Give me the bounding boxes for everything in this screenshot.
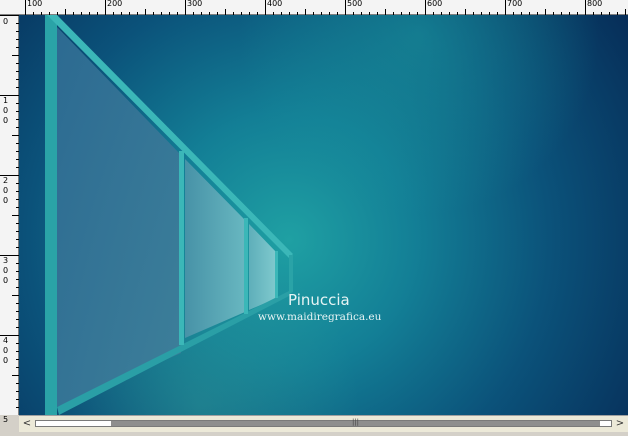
status-strip [0,432,628,436]
ruler-label-v200-d1: 2 [3,176,9,185]
ruler-label-200: 200 [107,0,123,8]
image-canvas[interactable]: Pinuccia www.maidiregrafica.eu [19,15,628,415]
ruler-label-v300-d2: 0 [3,266,9,275]
frame-divider-1 [179,151,184,345]
ruler-label-400: 400 [267,0,283,8]
ruler-label-v400-d3: 0 [3,356,9,365]
ruler-label-v300-d1: 3 [3,256,9,265]
ruler-label-v200-d3: 0 [3,196,9,205]
frame-tip [289,255,293,294]
ruler-label-500: 500 [347,0,363,8]
scroll-grip-icon: ||| [351,418,360,426]
frame-divider-3 [275,251,278,298]
ruler-label-600: 600 [427,0,443,8]
ruler-label-v200-d2: 0 [3,186,9,195]
artwork: Pinuccia www.maidiregrafica.eu [19,15,628,415]
scroll-left-arrow-icon[interactable]: < [20,417,34,430]
vertical-ruler-ticks [0,15,19,408]
frame-divider-2 [244,218,248,314]
ruler-label-v0: 0 [3,17,9,26]
ruler-label-v100-d1: 1 [3,96,9,105]
scroll-track[interactable]: ||| [35,418,612,427]
ruler-label-800: 800 [587,0,603,8]
ruler-label-v100-d3: 0 [3,116,9,125]
ruler-label-v400-d1: 4 [3,336,9,345]
ruler-label-700: 700 [507,0,523,8]
ruler-label-v400-d2: 0 [3,346,9,355]
scroll-thumb[interactable]: ||| [111,418,600,426]
horizontal-ruler-ticks [25,0,626,15]
ruler-label-v300-d3: 0 [3,276,9,285]
frame-left-post [45,15,57,415]
ruler-label-300: 300 [187,0,203,8]
horizontal-scrollbar[interactable]: < ||| > [19,415,628,432]
ruler-label-v500-d1: 5 [3,415,9,424]
horizontal-ruler: 100 200 300 400 500 600 700 800 [0,0,628,15]
scroll-right-arrow-icon[interactable]: > [613,417,627,430]
ruler-label-v100-d2: 0 [3,106,9,115]
watermark-url: www.maidiregrafica.eu [258,311,382,323]
ruler-label-100: 100 [27,0,43,8]
watermark-name: Pinuccia [288,291,350,309]
vertical-ruler: 0 1 0 0 2 0 0 3 0 0 4 0 0 5 [0,15,19,424]
